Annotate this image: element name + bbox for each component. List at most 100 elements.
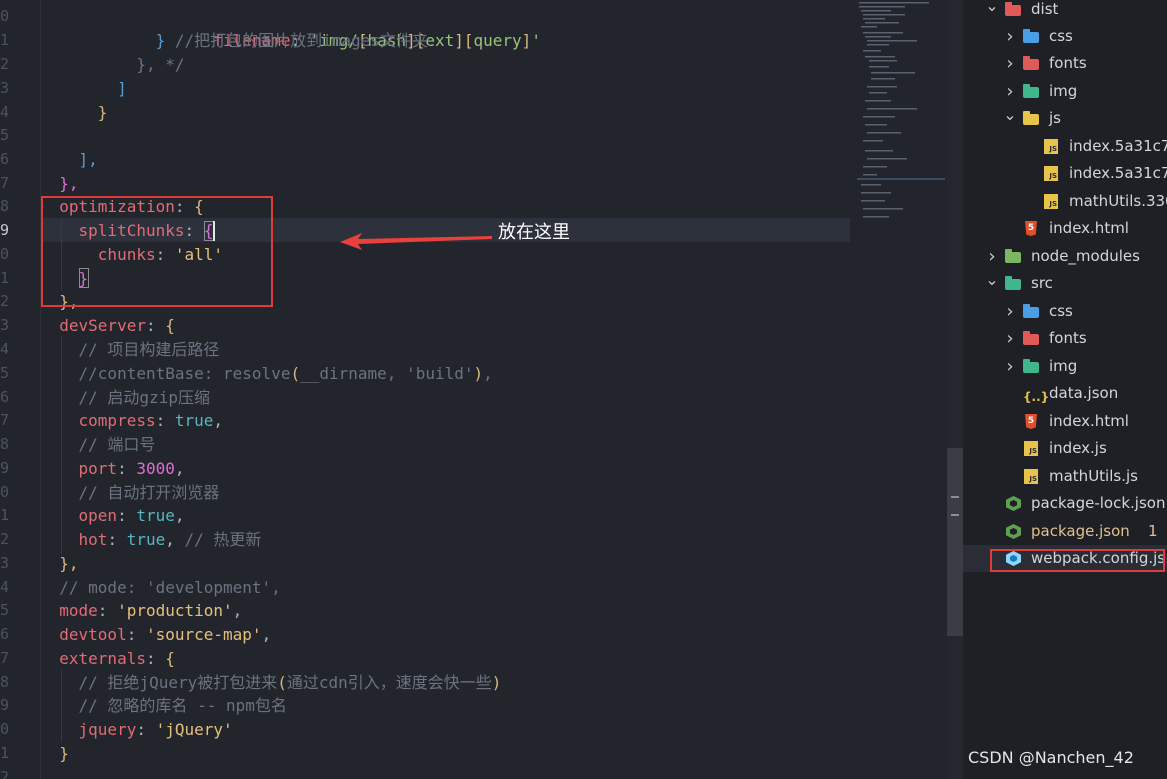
tree-item-js[interactable]: ⌄ js: [963, 105, 1167, 132]
code-line: devServer: {: [59, 316, 175, 335]
code-line: // 自动打开浏览器: [78, 483, 220, 502]
line-number: 5: [0, 601, 8, 619]
tree-item-css[interactable]: › css: [963, 23, 1167, 50]
chevron-right-icon[interactable]: ›: [1003, 325, 1017, 352]
line-number: 2: [0, 292, 8, 310]
line-number: 4: [0, 340, 8, 358]
line-number: 3: [0, 79, 8, 97]
tree-item-img[interactable]: › img: [963, 78, 1167, 105]
folder-icon: [1023, 331, 1039, 346]
code-line: mode: 'production',: [59, 601, 243, 620]
folder-icon: [1023, 84, 1039, 99]
line-number: 9: [0, 459, 8, 477]
line-number: 2: [0, 530, 8, 548]
code-line: }: [59, 744, 69, 763]
line-number: 7: [0, 174, 8, 192]
line-number: 1: [0, 744, 8, 762]
tree-item-package-lock-json[interactable]: package-lock.json: [963, 490, 1167, 517]
code-line: // 忽略的库名 -- npm包名: [78, 696, 287, 715]
scrollbar-marker: [951, 496, 959, 498]
chevron-right-icon[interactable]: ›: [1003, 23, 1017, 50]
tree-item-label: node_modules: [1031, 247, 1140, 265]
folder-open-icon: [1005, 276, 1021, 291]
line-number: 4: [0, 103, 8, 121]
annotation-arrow: [340, 233, 492, 250]
code-line: hot: true, // 热更新: [78, 530, 262, 549]
tree-item-label: src: [1031, 274, 1053, 292]
tree-item-label: img: [1049, 82, 1078, 100]
chevron-down-icon[interactable]: ⌄: [985, 0, 999, 19]
line-number: 9: [0, 221, 8, 239]
tree-item-index-5a31c7c3[interactable]: JS index.5a31c7c3.: [963, 160, 1167, 187]
line-number: 2: [0, 55, 8, 73]
tree-item-label: index.html: [1049, 412, 1129, 430]
tree-item-src[interactable]: ⌄ src: [963, 270, 1167, 297]
nodejs-file-icon: [1005, 524, 1021, 539]
tree-item-index-5a31c7c3[interactable]: JS index.5a31c7c3.: [963, 133, 1167, 160]
code-line: // mode: 'development',: [59, 578, 281, 597]
folder-icon: [1023, 359, 1039, 374]
tree-item-mathutils-3307[interactable]: JS mathUtils.3307..: [963, 188, 1167, 215]
chevron-down-icon[interactable]: ⌄: [1003, 101, 1017, 128]
folder-icon: [1023, 304, 1039, 319]
code-editor[interactable]: 0 1 2 3 4 5 6 7 8 9 0 1 2 3 4 5 6 7 8 9 0 1 2 3 4 5 6 7 8 9 0 1 2 filena…: [0, 0, 947, 779]
javascript-file-icon: JS: [1023, 441, 1039, 456]
code-line: filename: 'img/[hash][ext][query]': [213, 30, 541, 50]
line-number: 7: [0, 649, 8, 667]
tree-item-fonts[interactable]: › fonts: [963, 325, 1167, 352]
code-line: // 拒绝jQuery被打包进来(通过cdn引入，速度会快一些): [78, 673, 502, 692]
annotation-text: 放在这里: [498, 222, 570, 243]
code-line: ],: [78, 150, 98, 169]
line-number: 0: [0, 483, 8, 501]
line-number: 1: [0, 31, 8, 49]
line-number: 0: [0, 245, 8, 263]
code-line: compress: true,: [78, 411, 224, 430]
chevron-right-icon[interactable]: ›: [1003, 50, 1017, 77]
tree-item-label: css: [1049, 302, 1073, 320]
line-number: 0: [0, 7, 8, 25]
scrollbar-thumb[interactable]: [947, 448, 963, 636]
code-line: // 启动gzip压缩: [78, 388, 210, 407]
tree-item-package-json[interactable]: package.json 1: [963, 518, 1167, 545]
chevron-right-icon[interactable]: ›: [1003, 353, 1017, 380]
line-number: 7: [0, 411, 8, 429]
tree-item-label: fonts: [1049, 329, 1087, 347]
tree-item-label: img: [1049, 357, 1078, 375]
tree-item-index-html[interactable]: 5 index.html: [963, 215, 1167, 242]
tree-item-index-html[interactable]: 5 index.html: [963, 408, 1167, 435]
line-number: 2: [0, 768, 8, 779]
tree-item-label: index.5a31c7c3.: [1069, 137, 1167, 155]
tree-item-dist[interactable]: ⌄ dist: [963, 0, 1167, 23]
scrollbar-marker: [951, 514, 959, 516]
line-number: 8: [0, 435, 8, 453]
tree-item-css[interactable]: › css: [963, 298, 1167, 325]
tree-item-index-js[interactable]: JS index.js: [963, 435, 1167, 462]
nodejs-file-icon: [1005, 496, 1021, 511]
chevron-down-icon[interactable]: ⌄: [985, 266, 999, 293]
line-number: 8: [0, 197, 8, 215]
modified-badge: 1: [1148, 522, 1158, 540]
tree-item-label: dist: [1031, 0, 1059, 18]
line-number: 6: [0, 388, 8, 406]
line-number: 5: [0, 364, 8, 382]
line-number: 8: [0, 673, 8, 691]
code-line: },: [59, 554, 79, 573]
code-line: open: true,: [78, 506, 185, 525]
line-number: 0: [0, 720, 8, 738]
tree-item-label: fonts: [1049, 54, 1087, 72]
tree-item-mathutils-js[interactable]: JS mathUtils.js: [963, 463, 1167, 490]
tree-item-label: index.js: [1049, 439, 1107, 457]
tree-item-label: data.json: [1049, 384, 1119, 402]
line-number: 3: [0, 554, 8, 572]
line-number-gutter: 0 1 2 3 4 5 6 7 8 9 0 1 2 3 4 5 6 7 8 9 0 1 2 3 4 5 6 7 8 9 0 1 2: [0, 0, 41, 779]
editor-scrollbar[interactable]: [947, 0, 963, 779]
tree-item-data-json[interactable]: {..} data.json: [963, 380, 1167, 407]
tree-item-img[interactable]: › img: [963, 353, 1167, 380]
chevron-right-icon[interactable]: ›: [1003, 298, 1017, 325]
tree-item-fonts[interactable]: › fonts: [963, 50, 1167, 77]
tree-item-label: js: [1049, 109, 1061, 127]
minimap[interactable]: [857, 0, 947, 230]
code-line: // 项目构建后路径: [78, 340, 220, 359]
tree-item-label: mathUtils.js: [1049, 467, 1138, 485]
tree-item-label: package-lock.json: [1031, 494, 1166, 512]
